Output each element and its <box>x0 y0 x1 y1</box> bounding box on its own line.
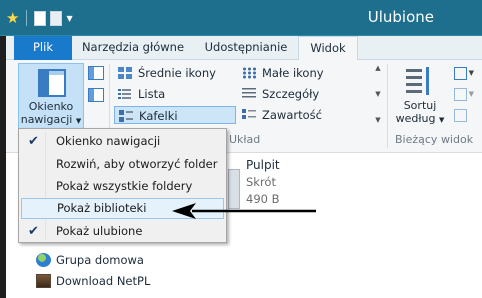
annotation-arrow <box>172 203 316 219</box>
explorer-window: ★ ▼ Ulubione Plik Narzędzia główne Udost… <box>0 0 482 298</box>
